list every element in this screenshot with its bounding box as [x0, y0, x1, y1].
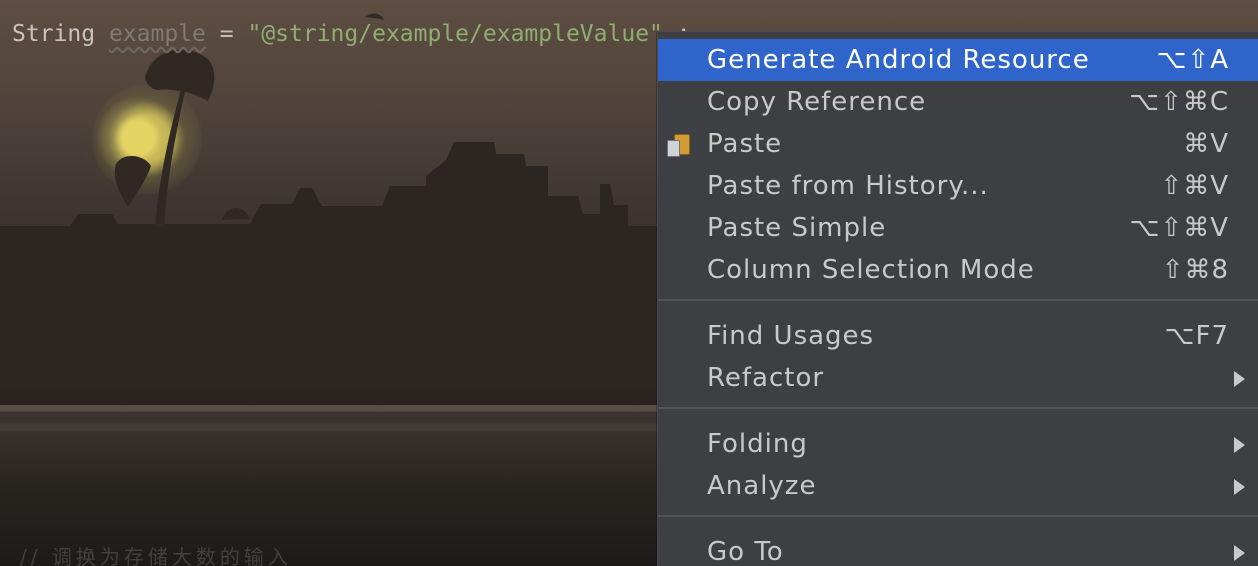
menu-item-label: Generate Android Resource: [707, 45, 1090, 75]
type-token: String: [12, 21, 96, 47]
paste-icon: [666, 133, 690, 157]
menu-item-generate-android-resource[interactable]: Generate Android Resource ⌥⇧A: [658, 39, 1258, 81]
menu-item-label: Paste: [707, 129, 783, 159]
menu-item-shortcut: ⌥F7: [1164, 321, 1229, 351]
operator-token: =: [219, 21, 234, 47]
menu-item-folding[interactable]: Folding: [658, 423, 1258, 465]
menu-item-shortcut: ⌥⇧⌘C: [1129, 87, 1229, 117]
submenu-arrow-icon: [1234, 437, 1245, 453]
menu-item-column-selection-mode[interactable]: Column Selection Mode ⇧⌘8: [658, 249, 1258, 291]
menu-item-shortcut: ⇧⌘V: [1160, 171, 1229, 201]
menu-item-paste-simple[interactable]: Paste Simple ⌥⇧⌘V: [658, 207, 1258, 249]
submenu-arrow-icon: [1234, 545, 1245, 561]
sun-glow: [92, 84, 202, 194]
menu-item-label: Find Usages: [707, 321, 875, 351]
bottom-comment-text: // 调换为存储大数的输入: [20, 545, 292, 566]
menu-item-label: Refactor: [707, 363, 825, 393]
menu-item-shortcut: ⌘V: [1183, 129, 1229, 159]
menu-item-refactor[interactable]: Refactor: [658, 357, 1258, 399]
menu-separator: [658, 515, 1258, 517]
menu-item-paste[interactable]: Paste ⌘V: [658, 123, 1258, 165]
menu-item-go-to[interactable]: Go To: [658, 531, 1258, 566]
menu-separator: [658, 407, 1258, 409]
variable-token: example: [108, 21, 206, 47]
menu-item-label: Paste from History...: [707, 171, 989, 201]
menu-item-shortcut: ⌥⇧⌘V: [1129, 213, 1229, 243]
string-literal-token: "@string/example/exampleValue": [247, 21, 663, 47]
menu-item-shortcut: ⇧⌘8: [1161, 255, 1229, 285]
menu-item-copy-reference[interactable]: Copy Reference ⌥⇧⌘C: [658, 81, 1258, 123]
clipboard-front-icon-part: [667, 140, 680, 157]
menu-item-label: Go To: [707, 537, 784, 566]
menu-item-shortcut: ⌥⇧A: [1156, 45, 1229, 75]
menu-item-label: Paste Simple: [707, 213, 887, 243]
menu-item-label: Copy Reference: [707, 87, 927, 117]
editor-screen: // 调换为存储大数的输入 String example = "@string/…: [0, 0, 1258, 566]
context-menu: Generate Android Resource ⌥⇧A Copy Refer…: [657, 31, 1258, 566]
submenu-arrow-icon: [1234, 479, 1245, 495]
menu-item-label: Folding: [707, 429, 808, 459]
menu-item-label: Column Selection Mode: [707, 255, 1035, 285]
menu-item-paste-from-history[interactable]: Paste from History... ⇧⌘V: [658, 165, 1258, 207]
menu-item-analyze[interactable]: Analyze: [658, 465, 1258, 507]
menu-separator: [658, 299, 1258, 301]
menu-item-label: Analyze: [707, 471, 817, 501]
submenu-arrow-icon: [1234, 371, 1245, 387]
menu-item-find-usages[interactable]: Find Usages ⌥F7: [658, 315, 1258, 357]
code-line[interactable]: String example = "@string/example/exampl…: [12, 17, 691, 51]
